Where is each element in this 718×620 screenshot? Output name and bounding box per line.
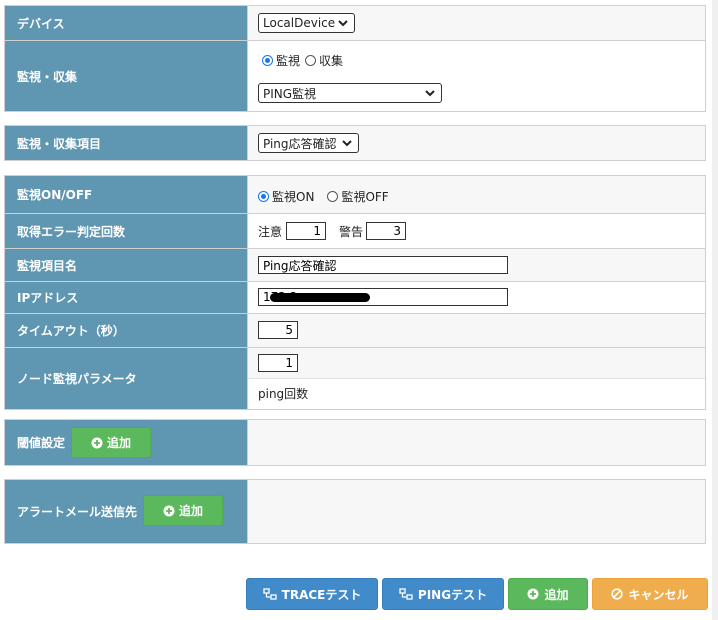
threshold-section: 閾値設定 追加 bbox=[4, 419, 706, 466]
ip-address-row: IPアドレス bbox=[5, 282, 705, 314]
redaction-mark bbox=[270, 293, 370, 302]
radio-monitor-off-label: 監視OFF bbox=[341, 190, 389, 204]
alert-mail-label: アラートメール送信先 bbox=[17, 505, 138, 519]
monitor-onoff-label: 監視ON/OFF bbox=[5, 176, 248, 213]
add-label: 追加 bbox=[544, 587, 569, 602]
page-scrollbar[interactable] bbox=[712, 0, 718, 620]
radio-collect-label: 収集 bbox=[319, 54, 344, 68]
device-section: デバイス LocalDevice 監視・収集 監視 収集 PING監視 bbox=[4, 5, 706, 112]
monitor-item-cell: Ping応答確認 bbox=[248, 126, 705, 160]
node-param-cell: ping回数 bbox=[248, 348, 705, 409]
monitor-item-row: 監視・収集項目 Ping応答確認 bbox=[5, 126, 705, 161]
monitor-collect-label: 監視・収集 bbox=[5, 41, 248, 111]
monitor-collect-row: 監視・収集 監視 収集 PING監視 bbox=[5, 41, 705, 112]
timeout-cell bbox=[248, 314, 705, 347]
error-count-cell: 注意 警告 bbox=[248, 214, 705, 248]
node-param-unit-cell: ping回数 bbox=[248, 379, 705, 409]
item-name-input[interactable] bbox=[258, 256, 508, 274]
timeout-input[interactable] bbox=[258, 321, 298, 339]
node-param-label: ノード監視パラメータ bbox=[5, 348, 248, 409]
monitor-onoff-row: 監視ON/OFF 監視ON 監視OFF bbox=[5, 176, 705, 214]
radio-monitor-on[interactable] bbox=[258, 191, 269, 202]
monitor-item-value: Ping応答確認 bbox=[263, 136, 337, 151]
threshold-add-button[interactable]: 追加 bbox=[71, 427, 151, 458]
item-name-cell bbox=[248, 249, 705, 281]
monitor-collect-cell: 監視 収集 PING監視 bbox=[248, 41, 705, 111]
ban-icon bbox=[611, 588, 624, 600]
caution-input[interactable] bbox=[286, 222, 326, 240]
ping-test-button[interactable]: PINGテスト bbox=[382, 578, 504, 610]
trace-test-button[interactable]: TRACEテスト bbox=[246, 578, 378, 610]
node-param-row: ノード監視パラメータ ping回数 bbox=[5, 348, 705, 410]
radio-monitor-off[interactable] bbox=[327, 191, 339, 202]
ip-address-cell bbox=[248, 282, 705, 313]
cancel-label: キャンセル bbox=[628, 587, 689, 602]
timeout-label: タイムアウト（秒） bbox=[5, 314, 248, 347]
chevron-down-icon bbox=[342, 140, 352, 147]
monitor-item-select[interactable]: Ping応答確認 bbox=[258, 133, 359, 153]
ip-address-label: IPアドレス bbox=[5, 282, 248, 313]
radio-monitor-on-label: 監視ON bbox=[272, 190, 315, 204]
warning-input[interactable] bbox=[366, 222, 406, 240]
monitor-method-value: PING監視 bbox=[263, 86, 317, 101]
node-param-input[interactable] bbox=[258, 354, 298, 372]
node-param-input-cell bbox=[248, 348, 705, 379]
device-select-value: LocalDevice bbox=[263, 16, 336, 30]
plus-circle-icon bbox=[163, 505, 175, 516]
device-label: デバイス bbox=[5, 6, 248, 40]
monitor-method-select[interactable]: PING監視 bbox=[258, 83, 442, 103]
timeout-row: タイムアウト（秒） bbox=[5, 314, 705, 348]
threshold-cell bbox=[248, 420, 705, 465]
alert-mail-section: アラートメール送信先 追加 bbox=[4, 479, 706, 544]
sitemap-icon bbox=[399, 588, 413, 600]
item-name-label: 監視項目名 bbox=[5, 249, 248, 281]
device-select[interactable]: LocalDevice bbox=[258, 13, 355, 33]
caution-label: 注意 bbox=[258, 225, 283, 239]
device-row: デバイス LocalDevice bbox=[5, 6, 705, 41]
monitor-item-label: 監視・収集項目 bbox=[5, 126, 248, 160]
monitor-item-section: 監視・収集項目 Ping応答確認 bbox=[4, 125, 706, 161]
alert-mail-label-cell: アラートメール送信先 追加 bbox=[5, 480, 248, 543]
error-count-row: 取得エラー判定回数 注意 警告 bbox=[5, 214, 705, 249]
ip-address-wrapper bbox=[258, 288, 508, 306]
trace-test-label: TRACEテスト bbox=[281, 587, 362, 602]
plus-circle-icon bbox=[527, 588, 539, 600]
alert-mail-add-button[interactable]: 追加 bbox=[143, 495, 223, 526]
alert-mail-row: アラートメール送信先 追加 bbox=[5, 480, 705, 544]
threshold-row: 閾値設定 追加 bbox=[5, 420, 705, 466]
ping-test-label: PINGテスト bbox=[417, 587, 488, 602]
monitor-collect-radios: 監視 収集 bbox=[262, 52, 343, 69]
threshold-label-cell: 閾値設定 追加 bbox=[5, 420, 248, 465]
radio-monitor[interactable] bbox=[262, 55, 273, 66]
threshold-add-label: 追加 bbox=[106, 436, 131, 450]
detail-section: 監視ON/OFF 監視ON 監視OFF 取得エラー判定回数 注意 警告 監視項目… bbox=[4, 175, 706, 410]
node-param-unit: ping回数 bbox=[258, 387, 309, 401]
add-button[interactable]: 追加 bbox=[508, 578, 588, 610]
plus-circle-icon bbox=[91, 437, 103, 448]
error-count-label: 取得エラー判定回数 bbox=[5, 214, 248, 248]
chevron-down-icon bbox=[338, 20, 348, 27]
radio-monitor-label: 監視 bbox=[276, 54, 301, 68]
item-name-row: 監視項目名 bbox=[5, 249, 705, 282]
device-cell: LocalDevice bbox=[248, 6, 705, 40]
threshold-label: 閾値設定 bbox=[17, 436, 66, 450]
monitor-onoff-radios: 監視ON 監視OFF bbox=[258, 188, 389, 205]
chevron-down-icon bbox=[425, 90, 435, 97]
alert-mail-add-label: 追加 bbox=[178, 504, 203, 518]
warning-label: 警告 bbox=[339, 225, 364, 239]
sitemap-icon bbox=[262, 588, 277, 600]
alert-mail-cell bbox=[248, 480, 705, 543]
monitor-onoff-cell: 監視ON 監視OFF bbox=[248, 176, 705, 213]
radio-collect[interactable] bbox=[305, 55, 317, 66]
cancel-button[interactable]: キャンセル bbox=[592, 578, 708, 610]
